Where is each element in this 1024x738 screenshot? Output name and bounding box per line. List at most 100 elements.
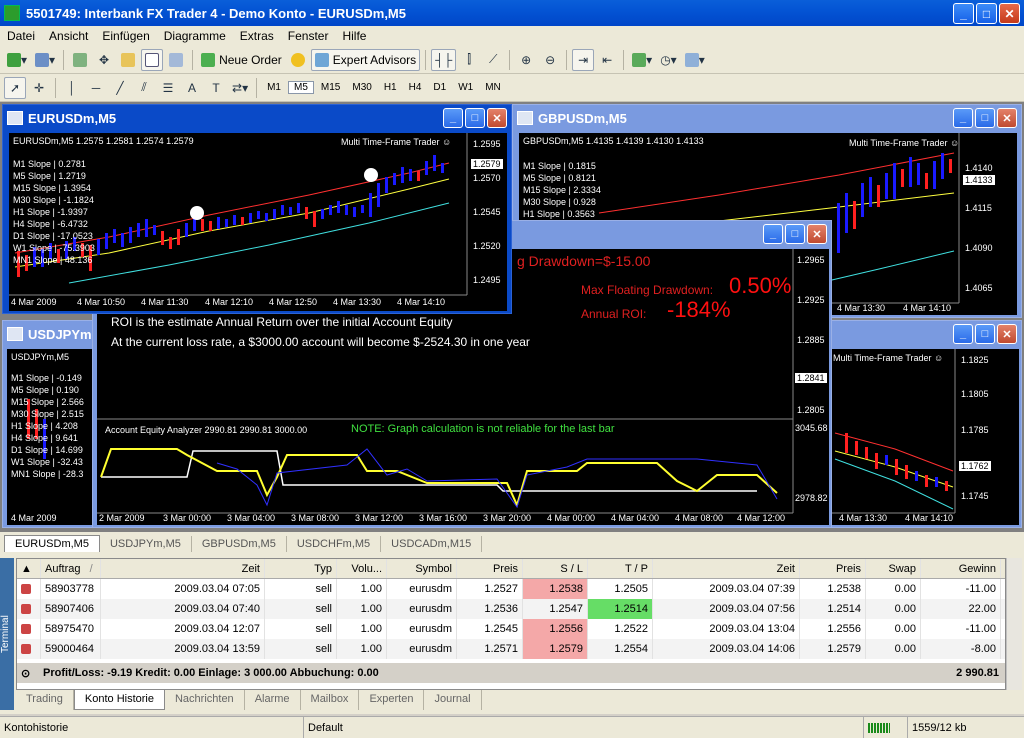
chart-shift-button[interactable]: ⇤ <box>596 49 618 71</box>
col-header-gewinn[interactable]: Gewinn <box>921 559 1001 578</box>
maximize-button[interactable]: □ <box>785 224 805 244</box>
profiles-button[interactable]: ▾ <box>32 49 58 71</box>
channel-tool[interactable]: ⫽ <box>133 77 155 99</box>
chart-tab-usdchf[interactable]: USDCHFm,M5 <box>287 536 382 552</box>
chart-window-usdjpy[interactable]: USDJPYm USDJPYm,M5 M1 Slope | -0.149 M5 … <box>2 320 95 528</box>
col-header-sl[interactable]: S / L <box>523 559 588 578</box>
col-header-volume[interactable]: Volu... <box>337 559 387 578</box>
autoscroll-button[interactable]: ⇥ <box>572 48 595 71</box>
metaeditor-button[interactable] <box>287 49 309 71</box>
horizontal-line-tool[interactable]: ─ <box>85 77 107 99</box>
tab-journal[interactable]: Journal <box>424 690 482 710</box>
close-button[interactable]: ✕ <box>807 224 827 244</box>
line-chart-button[interactable]: ⟋ <box>482 49 504 71</box>
minimize-button[interactable]: _ <box>953 3 974 24</box>
chart-tab-usdjpy[interactable]: USDJPYm,M5 <box>100 536 192 552</box>
candlestick-button[interactable]: ⫿ <box>458 49 480 71</box>
table-row[interactable]: 58975470 2009.03.04 12:07 sell 1.00 euru… <box>17 619 1005 639</box>
chart-window-titlebar[interactable]: EURUSDm,M5 <box>3 105 511 131</box>
tab-alarme[interactable]: Alarme <box>245 690 301 710</box>
vertical-line-tool[interactable]: │ <box>61 77 83 99</box>
new-order-button[interactable]: Neue Order <box>198 49 285 71</box>
col-header-swap[interactable]: Swap <box>866 559 921 578</box>
chart-eurusd[interactable]: EURUSDm,M5 1.2575 1.2581 1.2574 1.2579 M… <box>9 133 507 311</box>
crosshair-tool[interactable]: ✛ <box>28 77 50 99</box>
chart-tab-usdcad[interactable]: USDCADm,M15 <box>381 536 483 552</box>
terminal-button[interactable] <box>141 48 164 71</box>
col-header-preis-close[interactable]: Preis <box>800 559 866 578</box>
new-chart-button[interactable]: ▾ <box>4 49 30 71</box>
timeframe-m1[interactable]: M1 <box>262 82 286 93</box>
col-header-symbol[interactable]: Symbol <box>387 559 457 578</box>
chart-usdjpy[interactable]: USDJPYm,M5 M1 Slope | -0.149 M5 Slope | … <box>7 349 95 525</box>
chart-tab-gbpusd[interactable]: GBPUSDm,M5 <box>192 536 287 552</box>
timeframe-m15[interactable]: M15 <box>316 82 345 93</box>
tab-konto-historie[interactable]: Konto Historie <box>73 690 165 710</box>
chart-window-usdchf[interactable]: _ □ ✕ Multi Time-Frame Trader ☺ 1.1825 1… <box>800 320 1022 528</box>
tab-mailbox[interactable]: Mailbox <box>301 690 360 710</box>
close-button[interactable]: ✕ <box>999 3 1020 24</box>
minimize-button[interactable]: _ <box>953 108 973 128</box>
timeframe-mn[interactable]: MN <box>480 82 506 93</box>
chart-window-titlebar[interactable]: USDJPYm <box>3 321 93 347</box>
close-button[interactable]: ✕ <box>487 108 507 128</box>
col-header-auftrag[interactable]: Auftrag / <box>41 559 101 578</box>
table-row[interactable]: 59000464 2009.03.04 13:59 sell 1.00 euru… <box>17 639 1005 659</box>
chart-window-titlebar[interactable]: GBPUSDm,M5 <box>513 105 1021 131</box>
col-header-zeit[interactable]: Zeit <box>101 559 265 578</box>
menu-ansicht[interactable]: Ansicht <box>42 29 95 43</box>
timeframe-m30[interactable]: M30 <box>347 82 376 93</box>
timeframe-w1[interactable]: W1 <box>453 82 478 93</box>
chart-tab-eurusd[interactable]: EURUSDm,M5 <box>4 535 100 552</box>
maximize-button[interactable]: □ <box>976 3 997 24</box>
arrows-tool[interactable]: ⇄ ▾ <box>229 77 251 99</box>
table-row[interactable]: 58903778 2009.03.04 07:05 sell 1.00 euru… <box>17 579 1005 599</box>
minimize-button[interactable]: _ <box>763 224 783 244</box>
timeframe-h4[interactable]: H4 <box>404 82 427 93</box>
menu-einfuegen[interactable]: Einfügen <box>95 29 156 43</box>
table-row[interactable]: 58907406 2009.03.04 07:40 sell 1.00 euru… <box>17 599 1005 619</box>
tab-trading[interactable]: Trading <box>16 690 74 710</box>
trendline-tool[interactable]: ╱ <box>109 77 131 99</box>
timeframe-h1[interactable]: H1 <box>379 82 402 93</box>
maximize-button[interactable]: □ <box>465 108 485 128</box>
terminal-side-label[interactable]: Terminal <box>0 558 14 710</box>
zoom-in-button[interactable]: ⊕ <box>515 49 537 71</box>
text-tool[interactable]: A <box>181 77 203 99</box>
tab-nachrichten[interactable]: Nachrichten <box>165 690 245 710</box>
menu-datei[interactable]: Datei <box>0 29 42 43</box>
menu-fenster[interactable]: Fenster <box>281 29 336 43</box>
close-button[interactable]: ✕ <box>997 324 1017 344</box>
indicators-button[interactable]: ▾ <box>629 49 655 71</box>
timeframe-d1[interactable]: D1 <box>428 82 451 93</box>
fibonacci-tool[interactable]: ☰ <box>157 77 179 99</box>
col-header-tp[interactable]: T / P <box>588 559 653 578</box>
navigator-button[interactable]: ✥ <box>93 49 115 71</box>
templates-button[interactable]: ▾ <box>682 49 708 71</box>
market-watch-button[interactable] <box>69 49 91 71</box>
favorites-button[interactable] <box>117 49 139 71</box>
terminal-scrollbar[interactable] <box>1006 558 1022 690</box>
bar-chart-button[interactable]: ┤├ <box>431 48 457 71</box>
menu-extras[interactable]: Extras <box>233 29 281 43</box>
periods-button[interactable]: ◷ ▾ <box>657 49 680 71</box>
col-header-preis[interactable]: Preis <box>457 559 523 578</box>
maximize-button[interactable]: □ <box>975 324 995 344</box>
menu-diagramme[interactable]: Diagramme <box>157 29 233 43</box>
maximize-button[interactable]: □ <box>975 108 995 128</box>
chart-window-eurusd[interactable]: EURUSDm,M5 _ □ ✕ EURUSDm,M5 1.2575 1.258… <box>2 104 512 314</box>
tester-button[interactable] <box>165 49 187 71</box>
close-button[interactable]: ✕ <box>997 108 1017 128</box>
menu-hilfe[interactable]: Hilfe <box>335 29 373 43</box>
timeframe-m5[interactable]: M5 <box>288 81 314 94</box>
cursor-tool[interactable]: ➚ <box>4 76 26 99</box>
col-header-zeit-close[interactable]: Zeit <box>653 559 800 578</box>
label-tool[interactable]: T <box>205 77 227 99</box>
tab-experten[interactable]: Experten <box>359 690 425 710</box>
chart-usdchf[interactable]: Multi Time-Frame Trader ☺ 1.1825 1.1805 … <box>805 349 1019 525</box>
zoom-out-button[interactable]: ⊖ <box>539 49 561 71</box>
minimize-button[interactable]: _ <box>443 108 463 128</box>
col-header-typ[interactable]: Typ <box>265 559 337 578</box>
expert-advisors-button[interactable]: Expert Advisors <box>310 48 421 71</box>
minimize-button[interactable]: _ <box>953 324 973 344</box>
